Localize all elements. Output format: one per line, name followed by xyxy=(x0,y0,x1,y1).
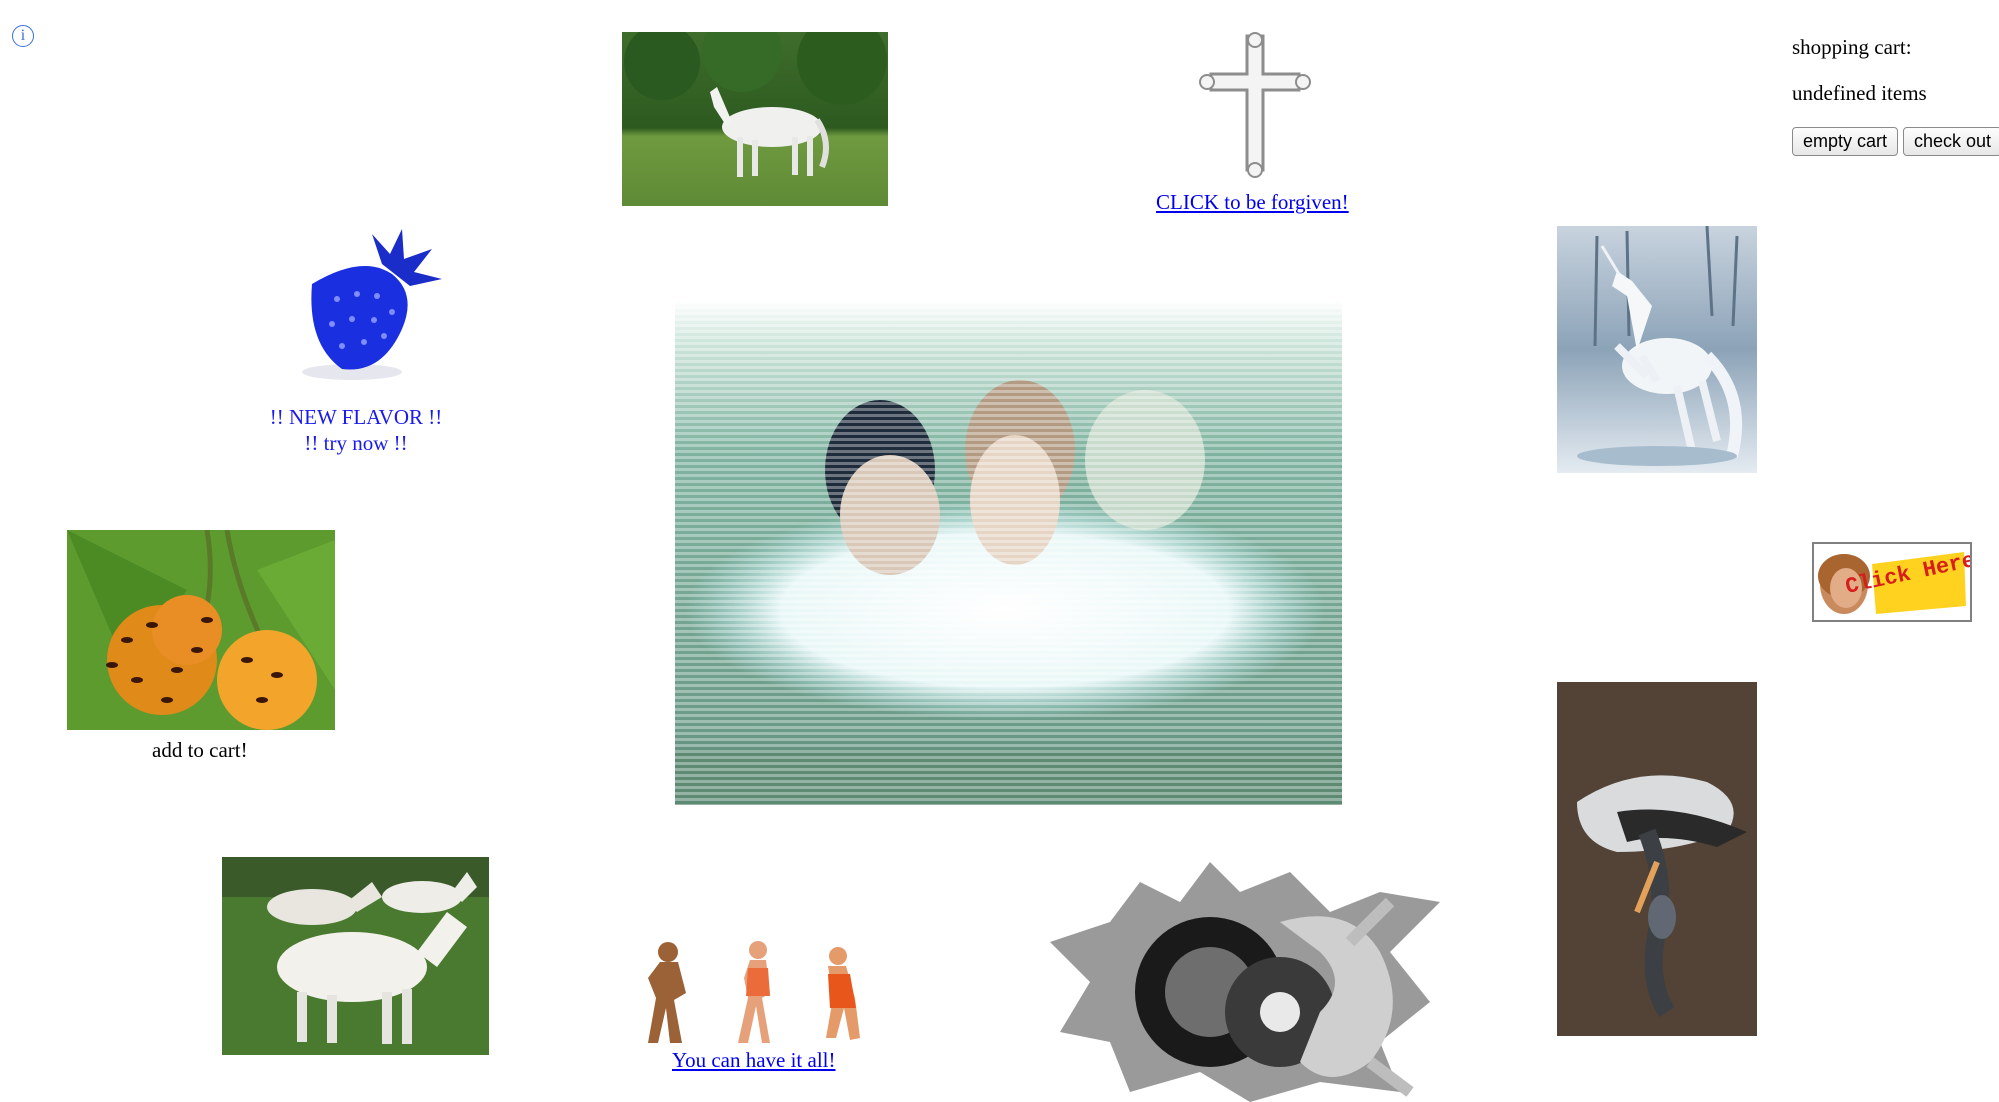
silver-cross-image xyxy=(1195,28,1315,180)
check-out-button[interactable]: check out xyxy=(1903,127,1999,156)
forgiven-link[interactable]: CLICK to be forgiven! xyxy=(1156,190,1349,215)
add-to-cart-caption[interactable]: add to cart! xyxy=(152,738,248,763)
dead-bird-photo xyxy=(1557,682,1757,1036)
info-icon[interactable]: i xyxy=(12,25,34,47)
click-here-ad-banner[interactable]: Click Here! xyxy=(1812,542,1972,622)
have-it-all-link[interactable]: You can have it all! xyxy=(672,1048,836,1073)
ants-on-cherries-photo xyxy=(67,530,335,730)
cart-item-count: undefined items xyxy=(1792,81,1927,105)
goats-photo xyxy=(222,857,489,1055)
white-horse-photo xyxy=(622,32,888,206)
unicorn-image xyxy=(1557,226,1757,473)
cart-title: shopping cart: xyxy=(1792,35,1912,59)
new-flavor-promo: !! NEW FLAVOR !! !! try now !! xyxy=(246,404,466,456)
blue-strawberry-image xyxy=(282,224,448,384)
promo-line-1: !! NEW FLAVOR !! xyxy=(269,405,443,429)
three-dancing-figures-image xyxy=(630,938,870,1048)
two-women-ascii-art-image xyxy=(675,300,1342,805)
empty-cart-button[interactable]: empty cart xyxy=(1792,127,1899,156)
promo-line-2: !! try now !! xyxy=(304,431,408,455)
gray-gears-collage-image xyxy=(1050,862,1450,1102)
